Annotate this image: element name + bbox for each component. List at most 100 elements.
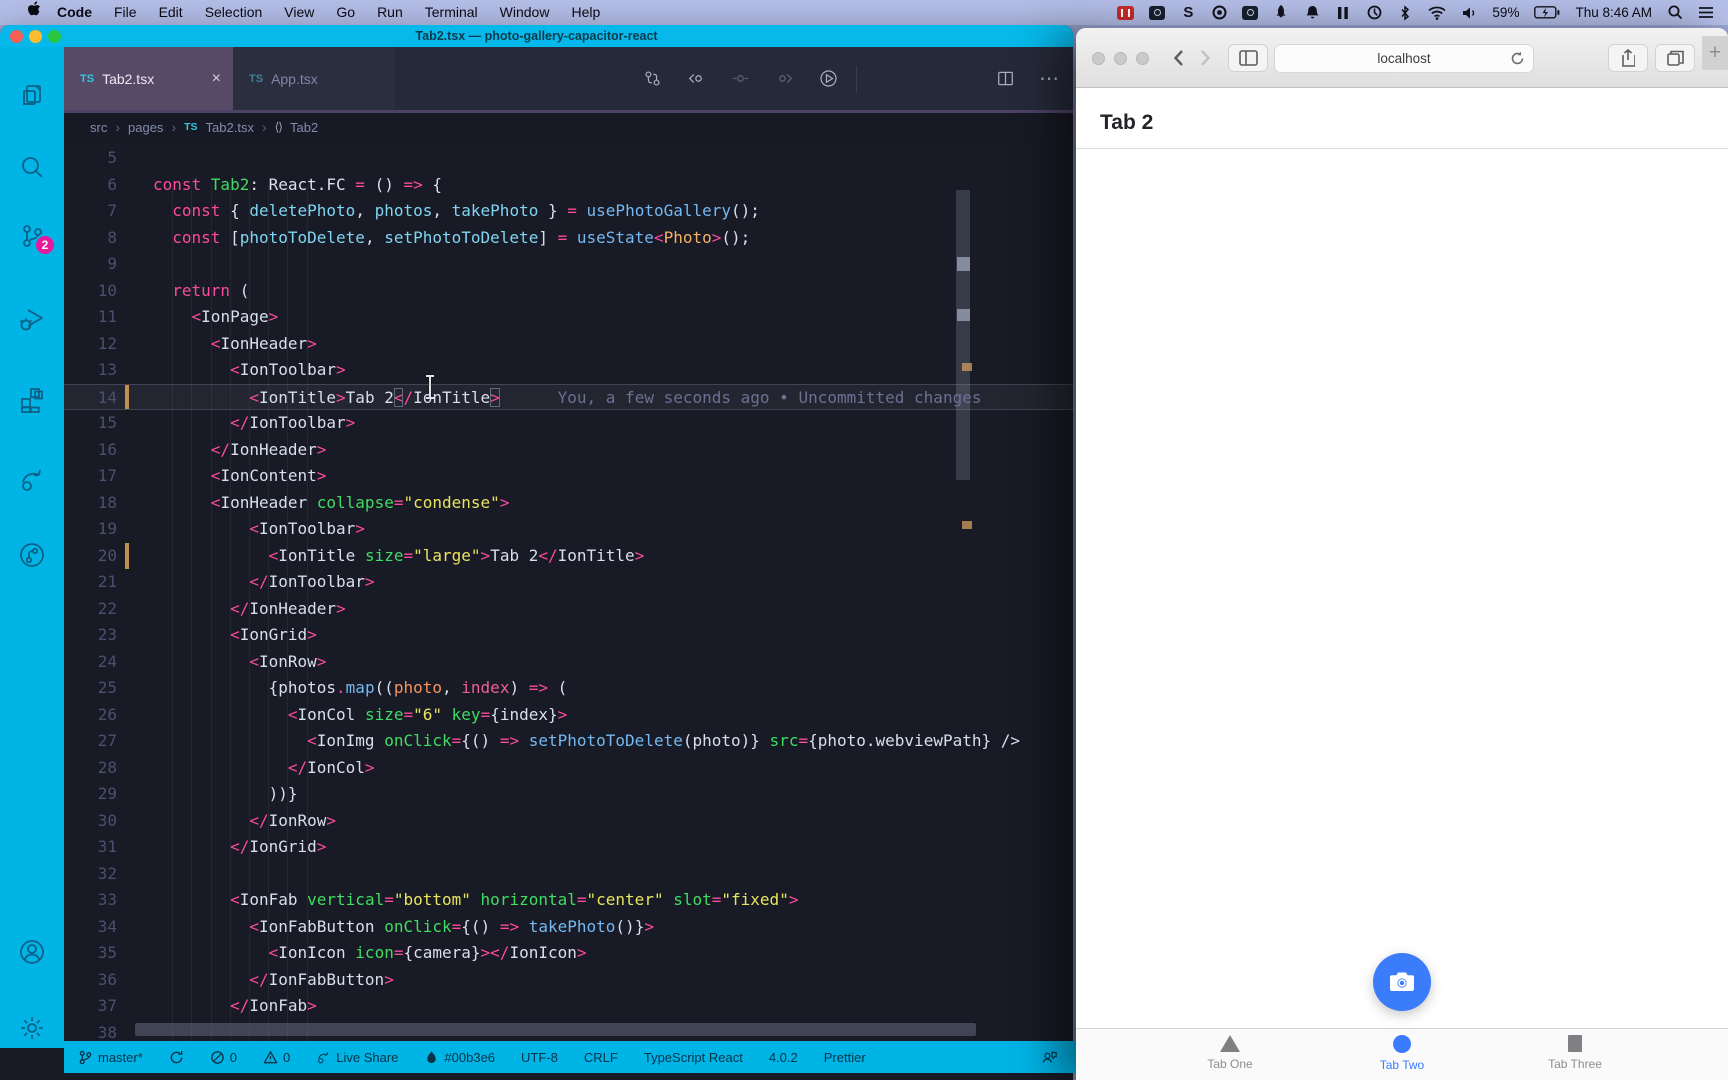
menu-item-window[interactable]: Window: [489, 0, 561, 25]
previous-change-icon[interactable]: [686, 69, 706, 89]
line-number: 9: [107, 254, 117, 274]
minimize-window-button[interactable]: [1114, 52, 1127, 65]
new-tab-icon[interactable]: +: [1702, 36, 1728, 70]
tab-app-tsx[interactable]: TS App.tsx: [233, 47, 395, 110]
menu-item-help[interactable]: Help: [560, 0, 611, 25]
status-item-0[interactable]: 0: [210, 1050, 237, 1065]
pause-icon[interactable]: [1335, 3, 1351, 23]
close-window-button[interactable]: [1092, 52, 1105, 65]
address-bar[interactable]: localhost: [1274, 44, 1534, 73]
more-actions-icon[interactable]: ⋯: [1039, 68, 1059, 90]
symbol-icon: ⟨⟩: [274, 120, 283, 134]
active-app-icon[interactable]: [1242, 5, 1259, 20]
shortcuts-icon[interactable]: S: [1180, 3, 1196, 23]
ion-tab-bar: Tab One Tab Two Tab Three: [1076, 1028, 1728, 1080]
status-item-0[interactable]: 0: [263, 1050, 290, 1065]
breadcrumb-pages[interactable]: pages: [128, 120, 163, 135]
next-change-icon[interactable]: [774, 69, 794, 89]
status-item-sync-icon[interactable]: [169, 1050, 184, 1065]
status-item-crlf[interactable]: CRLF: [584, 1050, 618, 1065]
status-item-utf-8[interactable]: UTF-8: [521, 1050, 558, 1065]
breadcrumb: src › pages › TS Tab2.tsx › ⟨⟩ Tab2: [64, 113, 1073, 141]
menu-item-terminal[interactable]: Terminal: [414, 0, 489, 25]
vscode-title-bar[interactable]: Tab2.tsx — photo-gallery-capacitor-react: [0, 25, 1073, 47]
line-number: 15: [97, 413, 117, 433]
breadcrumb-symbol-tab2[interactable]: Tab2: [290, 120, 318, 135]
notification-bell-icon[interactable]: [1304, 3, 1320, 23]
screen-recorder-icon[interactable]: [1117, 5, 1135, 20]
status-label: 0: [229, 1049, 238, 1065]
current-change-icon[interactable]: [730, 69, 750, 89]
menu-bar-left: Code File Edit Selection View Go Run Ter…: [0, 0, 611, 25]
ion-tab-tab-one[interactable]: Tab One: [1185, 1035, 1275, 1071]
take-photo-fab-button[interactable]: [1373, 953, 1431, 1011]
line-number: 25: [97, 678, 117, 698]
bluetooth-icon[interactable]: [1397, 3, 1413, 23]
rocket-icon[interactable]: [1273, 3, 1289, 23]
settings-gear-icon[interactable]: [18, 1014, 46, 1042]
volume-icon[interactable]: [1461, 3, 1477, 23]
code-line-22: 22 </IonHeader>: [64, 596, 1073, 623]
line-number: 22: [97, 598, 117, 618]
menu-item-go[interactable]: Go: [325, 0, 366, 25]
status-item-master-[interactable]: master*: [78, 1050, 143, 1065]
breadcrumb-src[interactable]: src: [90, 120, 107, 135]
ion-tab-tab-two[interactable]: Tab Two: [1357, 1035, 1447, 1072]
status-item--00b3e6[interactable]: #00b3e6: [424, 1050, 495, 1065]
breadcrumb-file[interactable]: Tab2.tsx: [206, 120, 254, 135]
menu-bar-clock[interactable]: Thu 8:46 AM: [1575, 5, 1652, 20]
search-icon[interactable]: [18, 153, 46, 181]
ion-tab-tab-three[interactable]: Tab Three: [1530, 1035, 1620, 1071]
status-item-4-0-2[interactable]: 4.0.2: [769, 1050, 798, 1065]
record-circle-icon[interactable]: [1211, 3, 1227, 23]
menu-item-selection[interactable]: Selection: [194, 0, 274, 25]
tab-overview-icon[interactable]: [1655, 44, 1695, 72]
code-text: </IonHeader>: [210, 439, 327, 459]
zoom-window-button[interactable]: [1136, 52, 1149, 65]
git-graph-icon[interactable]: [18, 541, 46, 569]
line-number: 33: [97, 890, 117, 910]
menu-item-file[interactable]: File: [103, 0, 148, 25]
extensions-icon[interactable]: [18, 388, 46, 416]
close-window-button[interactable]: [10, 30, 23, 43]
minimize-window-button[interactable]: [29, 30, 42, 43]
share-icon[interactable]: [1608, 44, 1648, 72]
menu-item-app[interactable]: Code: [46, 0, 103, 25]
run-file-icon[interactable]: [818, 69, 838, 89]
wifi-icon[interactable]: [1428, 3, 1447, 23]
live-share-icon[interactable]: [18, 466, 46, 494]
status-item-typescript-react[interactable]: TypeScript React: [644, 1050, 743, 1065]
zoom-window-button[interactable]: [48, 30, 61, 43]
code-line-17: 17 <IonContent>: [64, 463, 1073, 490]
feedback-icon[interactable]: [1041, 1049, 1058, 1066]
code-text: </IonFab>: [230, 996, 317, 1016]
tab-tab2-tsx[interactable]: TS Tab2.tsx ×: [64, 47, 233, 110]
control-center-icon[interactable]: [1698, 3, 1714, 23]
back-icon[interactable]: [1166, 45, 1190, 71]
reload-icon[interactable]: [1510, 51, 1525, 69]
code-editor[interactable]: 5 6 const Tab2: React.FC = () => {7 const …: [64, 141, 1073, 1041]
line-number: 24: [97, 651, 117, 671]
menu-item-run[interactable]: Run: [366, 0, 414, 25]
menu-item-view[interactable]: View: [273, 0, 325, 25]
spotlight-search-icon[interactable]: [1667, 3, 1683, 23]
safari-window: localhost + Tab 2 Tab One Tab Two Tab Thre…: [1076, 28, 1728, 1080]
apple-menu-icon[interactable]: [16, 0, 46, 25]
account-icon[interactable]: [18, 938, 46, 966]
page-title: Tab 2: [1100, 111, 1154, 134]
run-debug-icon[interactable]: [18, 305, 46, 333]
status-item-live-share[interactable]: Live Share: [316, 1050, 398, 1065]
tab-label: Tab Three: [1548, 1057, 1602, 1071]
status-item-prettier[interactable]: Prettier: [824, 1050, 866, 1065]
close-tab-icon[interactable]: ×: [212, 70, 221, 88]
files-icon[interactable]: [18, 82, 46, 110]
code-text: <IonFabButton onClick={() => takePhoto()…: [249, 916, 654, 936]
forward-icon[interactable]: [1193, 45, 1217, 71]
split-editor-icon[interactable]: [995, 69, 1015, 89]
git-compare-icon[interactable]: [642, 69, 662, 89]
menu-bar-status-area: S 59% Thu 8:46 AM: [1117, 3, 1728, 23]
sidebar-icon[interactable]: [1228, 44, 1268, 72]
camera-app-icon[interactable]: [1149, 5, 1166, 20]
compass-icon[interactable]: [1366, 3, 1382, 23]
menu-item-edit[interactable]: Edit: [148, 0, 194, 25]
